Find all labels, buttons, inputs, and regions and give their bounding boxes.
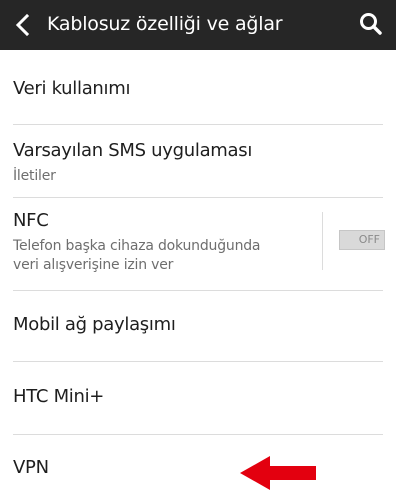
- red-arrow-icon: [240, 456, 318, 490]
- nfc-toggle[interactable]: OFF: [339, 230, 385, 250]
- setting-title: Mobil ağ paylaşımı: [13, 314, 176, 335]
- setting-title: Veri kullanımı: [13, 78, 131, 99]
- setting-title: VPN: [13, 457, 49, 478]
- app-bar: Kablosuz özelliği ve ağlar: [0, 0, 396, 50]
- setting-mobile-tethering[interactable]: Mobil ağ paylaşımı: [0, 291, 396, 361]
- search-icon[interactable]: [358, 11, 384, 37]
- settings-screen: Kablosuz özelliği ve ağlar Veri kullanım…: [0, 0, 396, 504]
- back-chevron-icon[interactable]: [13, 13, 33, 37]
- setting-title: NFC: [13, 210, 49, 231]
- setting-title: HTC Mini+: [13, 386, 105, 407]
- setting-vpn[interactable]: VPN: [0, 435, 396, 504]
- setting-default-sms-app[interactable]: Varsayılan SMS uygulaması İletiler: [0, 125, 396, 197]
- setting-htc-mini[interactable]: HTC Mini+: [0, 362, 396, 434]
- setting-summary-line1: Telefon başka cihaza dokunduğunda: [13, 238, 261, 254]
- page-title: Kablosuz özelliği ve ağlar: [47, 13, 283, 35]
- toggle-separator: [322, 212, 323, 270]
- setting-title: Varsayılan SMS uygulaması: [13, 140, 253, 161]
- setting-data-usage[interactable]: Veri kullanımı: [0, 50, 396, 124]
- setting-summary: İletiler: [13, 168, 56, 184]
- setting-nfc[interactable]: NFC Telefon başka cihaza dokunduğunda ve…: [0, 198, 396, 290]
- setting-summary-line2: veri alışverişine izin ver: [13, 257, 174, 273]
